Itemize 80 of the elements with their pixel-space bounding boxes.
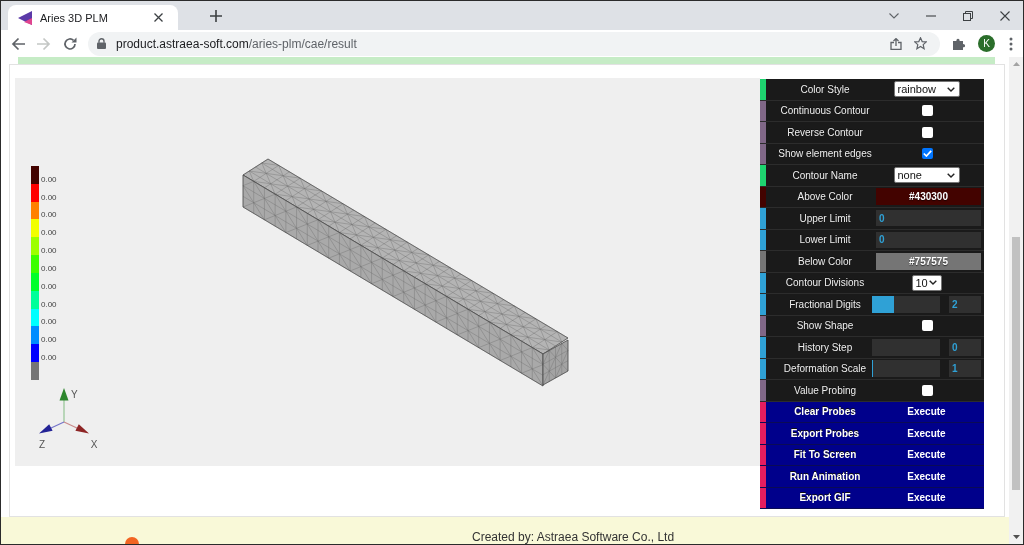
checkbox[interactable] <box>922 105 933 117</box>
chevron-down-icon[interactable] <box>888 12 899 19</box>
close-icon[interactable] <box>154 13 163 22</box>
control-label: Above Color <box>797 191 853 203</box>
control-label: Show element edges <box>778 148 872 160</box>
control-label: Contour Name <box>792 169 858 181</box>
reload-icon[interactable] <box>63 36 77 51</box>
control-label: Fit To Screen <box>793 449 857 461</box>
minimize-icon[interactable] <box>925 14 936 17</box>
legend-value: 0.00 <box>41 192 57 202</box>
close-icon[interactable] <box>999 10 1010 21</box>
plus-icon[interactable] <box>210 9 222 22</box>
profile-avatar[interactable]: K <box>978 35 995 52</box>
slider-track[interactable] <box>872 295 940 313</box>
control-label: History Step <box>797 341 853 353</box>
checkbox[interactable] <box>922 320 933 332</box>
control-label: Export Probes <box>790 427 860 439</box>
control-label: Show Shape <box>796 320 854 332</box>
3d-viewport[interactable]: 0.00 0.00 0.00 0.00 0.00 0.00 0.00 0.00 0.00 0.00 0.00 Y Z X <box>15 78 760 466</box>
caret-icon <box>946 86 955 92</box>
legend-value: 0.00 <box>41 246 57 256</box>
x-axis-arrow <box>63 421 89 434</box>
control-label: Color Style <box>800 83 850 95</box>
dropdown[interactable]: rainbow <box>893 81 960 98</box>
legend-value: 0.00 <box>41 281 57 291</box>
number-field[interactable]: 0 <box>876 231 981 248</box>
control-label: Deformation Scale <box>783 363 867 375</box>
checkbox[interactable] <box>922 126 933 138</box>
number-field[interactable]: 1 <box>949 360 981 378</box>
control-label: Run Animation <box>789 470 861 482</box>
footer-credit: Created by: Astraea Software Co., Ltd <box>472 531 675 544</box>
legend-value: 0.00 <box>41 210 57 220</box>
control-label: Lower Limit <box>799 234 851 246</box>
control-label: Below Color <box>798 255 852 267</box>
control-label: Fractional Digits <box>789 298 861 310</box>
browser-tab[interactable]: Aries 3D PLM <box>8 5 178 30</box>
number-field[interactable]: 0 <box>949 338 981 356</box>
dropdown[interactable]: 10 <box>911 274 942 291</box>
dropdown[interactable]: none <box>893 167 960 184</box>
legend-value: 0.00 <box>41 335 57 345</box>
address-bar[interactable]: product.astraea-soft.com/aries-plm/cae/result <box>88 31 940 56</box>
share-icon[interactable] <box>890 37 902 50</box>
legend-value: 0.00 <box>41 228 57 238</box>
axis-label: Y <box>71 389 78 400</box>
triangle-logo-icon <box>18 10 32 25</box>
axis-label: X <box>90 439 98 450</box>
caret-icon <box>928 280 937 286</box>
color-field[interactable]: #430300 <box>876 188 981 206</box>
slider-track[interactable] <box>872 360 940 378</box>
legend-value: 0.00 <box>41 263 57 273</box>
control-label: Upper Limit <box>799 212 851 224</box>
caret-icon <box>946 172 955 178</box>
color-field[interactable]: #757575 <box>876 252 981 270</box>
control-label: Export GIF <box>799 492 851 504</box>
legend-value: 0.00 <box>41 299 57 309</box>
control-label: Contour Divisions <box>785 277 865 289</box>
star-icon[interactable] <box>914 37 927 50</box>
puzzle-icon[interactable] <box>953 37 965 50</box>
control-label: Clear Probes <box>794 406 856 418</box>
legend-value: 0.00 <box>41 353 57 363</box>
number-field[interactable]: 2 <box>949 295 981 313</box>
control-label: Value Probing <box>793 384 857 396</box>
lock-icon <box>97 38 106 49</box>
control-label: Continuous Contour <box>780 105 870 117</box>
scroll-down-icon[interactable] <box>1012 535 1020 539</box>
legend-value: 0.00 <box>41 174 57 184</box>
menu-icon[interactable] <box>1009 36 1013 51</box>
y-axis-arrow <box>59 388 69 423</box>
axis-label: Z <box>38 439 46 450</box>
restore-icon[interactable] <box>962 10 973 21</box>
scrollbar[interactable] <box>1009 57 1023 544</box>
number-field[interactable]: 0 <box>876 210 981 227</box>
legend-value: 0.00 <box>41 317 57 327</box>
back-arrow-icon[interactable] <box>11 36 25 51</box>
checkbox[interactable] <box>922 148 933 160</box>
z-axis-arrow <box>39 421 65 434</box>
control-label: Reverse Contour <box>787 126 863 138</box>
checkbox[interactable] <box>922 384 933 396</box>
scrollbar-thumb[interactable] <box>1012 237 1020 490</box>
checkmark-icon <box>923 150 932 158</box>
